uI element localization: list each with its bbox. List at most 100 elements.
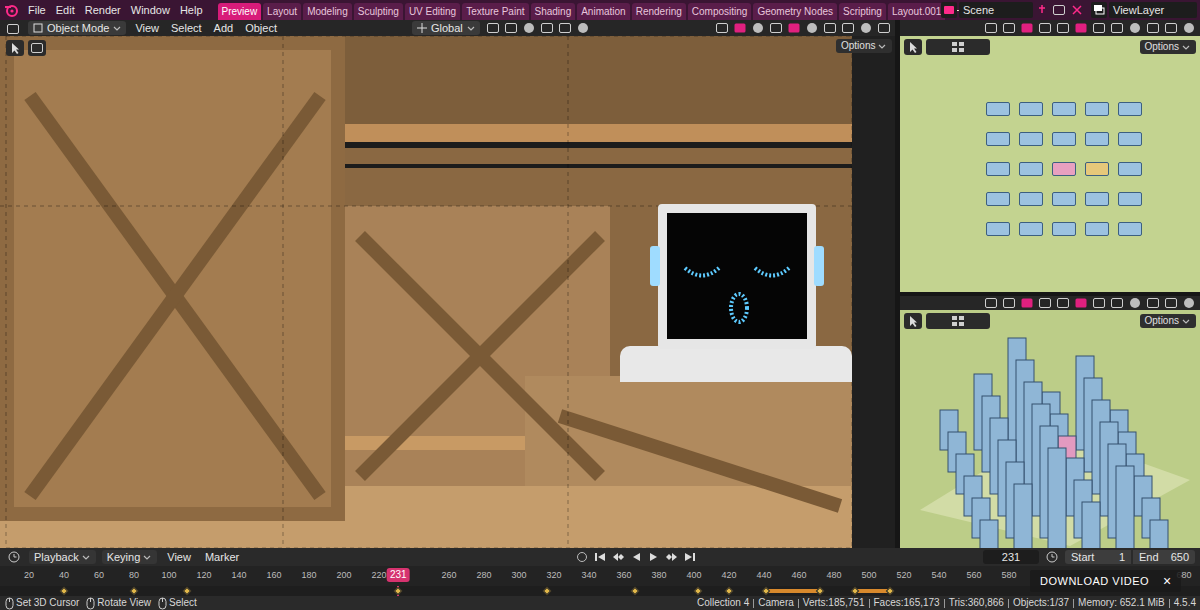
workspace-tab[interactable]: Layout <box>263 3 301 20</box>
keyframe[interactable] <box>630 587 638 595</box>
workspace-tab[interactable]: Preview <box>218 3 262 20</box>
timeline-dropdown[interactable]: Playback <box>29 550 96 564</box>
thumbnail-item[interactable] <box>1052 102 1076 116</box>
overlay-toggle-icon[interactable] <box>786 21 801 35</box>
blender-logo-icon[interactable] <box>3 2 21 18</box>
display-toggle-icon[interactable] <box>983 21 998 35</box>
start-value[interactable]: 1 <box>1119 550 1125 564</box>
keyframe[interactable] <box>543 587 551 595</box>
thumbnail-item[interactable] <box>1019 192 1043 206</box>
select-tool-icon[interactable] <box>6 40 24 56</box>
display-toggle-icon[interactable] <box>1109 21 1124 35</box>
next-keyframe-icon[interactable] <box>665 550 679 564</box>
thumbnail-item[interactable] <box>1118 222 1142 236</box>
thumbnail-item[interactable] <box>1118 192 1142 206</box>
play-icon[interactable] <box>647 550 661 564</box>
thumbnail-item[interactable] <box>986 102 1010 116</box>
keyframe[interactable] <box>182 587 190 595</box>
play-reverse-icon[interactable] <box>629 550 643 564</box>
view-layer-name[interactable]: ViewLayer <box>1113 2 1164 19</box>
end-value[interactable]: 650 <box>1171 550 1189 564</box>
display-toggle-icon[interactable] <box>1181 21 1196 35</box>
workspace-tab[interactable]: Sculpting <box>354 3 403 20</box>
select-tool-icon[interactable] <box>904 39 922 55</box>
menu-item[interactable]: Edit <box>51 0 80 20</box>
download-video-button[interactable]: DOWNLOAD VIDEO <box>1040 570 1149 592</box>
display-toggle-icon[interactable] <box>522 21 537 35</box>
thumbnail-item[interactable] <box>1085 102 1109 116</box>
thumbnail-item[interactable] <box>1052 162 1076 176</box>
display-toggle-icon[interactable] <box>858 21 873 35</box>
display-toggle-icon[interactable] <box>983 296 998 310</box>
editor-type-icon[interactable] <box>5 550 23 564</box>
display-toggle-icon[interactable] <box>1127 296 1142 310</box>
menu-item[interactable]: Window <box>126 0 175 20</box>
display-toggle-icon[interactable] <box>1001 296 1016 310</box>
perspective-view[interactable]: Options <box>900 310 1200 548</box>
display-toggle-icon[interactable] <box>1055 21 1070 35</box>
preview-range-icon[interactable] <box>1045 550 1059 564</box>
display-toggle-icon[interactable] <box>1091 21 1106 35</box>
jump-end-icon[interactable] <box>683 550 697 564</box>
orientation-dropdown[interactable]: Global <box>412 21 480 35</box>
thumbnail-item[interactable] <box>986 222 1010 236</box>
view-layer-icon[interactable] <box>1091 2 1107 18</box>
view-toggle-icon[interactable] <box>926 313 990 329</box>
record-icon[interactable] <box>575 550 589 564</box>
view-layer-field[interactable]: ViewLayer <box>1109 2 1197 18</box>
mode-label[interactable]: Object Mode <box>47 21 109 35</box>
scene-field[interactable]: Scene <box>959 2 1033 18</box>
thumbnail-item[interactable] <box>986 192 1010 206</box>
display-toggle-icon[interactable] <box>1163 21 1178 35</box>
timeline-menu-item[interactable]: Marker <box>201 548 243 566</box>
options-button[interactable]: Options <box>1140 40 1196 54</box>
display-toggle-icon[interactable] <box>1127 21 1142 35</box>
display-toggle-icon[interactable] <box>1163 296 1178 310</box>
timeline-dropdown[interactable]: Keying <box>102 550 158 564</box>
close-button[interactable]: × <box>1163 570 1171 592</box>
display-toggle-icon[interactable] <box>1037 21 1052 35</box>
thumbnail-item[interactable] <box>986 132 1010 146</box>
new-scene-icon[interactable] <box>1051 2 1067 18</box>
keyframe[interactable] <box>725 587 733 595</box>
thumbnail-item[interactable] <box>986 162 1010 176</box>
current-frame-value[interactable]: 231 <box>1002 550 1020 564</box>
overlay-toggle-icon[interactable] <box>1019 21 1034 35</box>
workspace-tab[interactable]: Rendering <box>632 3 686 20</box>
frame-ruler[interactable]: 2040608010012014016018020022026028030032… <box>0 566 1200 586</box>
display-toggle-icon[interactable] <box>558 21 573 35</box>
scene-name[interactable]: Scene <box>963 2 994 19</box>
overlay-toggle-icon[interactable] <box>1073 21 1088 35</box>
end-frame-field[interactable]: End650 <box>1133 550 1195 564</box>
thumbnail-item[interactable] <box>1052 192 1076 206</box>
thumbnail-item[interactable] <box>1052 132 1076 146</box>
thumbnail-item[interactable] <box>1118 162 1142 176</box>
options-label[interactable]: Options <box>841 39 875 53</box>
scene-icon[interactable] <box>941 2 957 18</box>
display-toggle-icon[interactable] <box>840 21 855 35</box>
workspace-tab[interactable]: Compositing <box>688 3 752 20</box>
timeline-menu-label[interactable]: Keying <box>107 550 141 564</box>
current-frame-field[interactable]: 231 <box>983 550 1039 564</box>
viewport-menu-item[interactable]: Add <box>211 20 237 36</box>
thumbnail-item[interactable] <box>1085 162 1109 176</box>
viewport-render[interactable]: Options <box>0 36 895 548</box>
delete-scene-icon[interactable] <box>1069 2 1085 18</box>
display-toggle-icon[interactable] <box>1109 296 1124 310</box>
prev-keyframe-icon[interactable] <box>611 550 625 564</box>
workspace-tab[interactable]: Scripting <box>839 3 886 20</box>
display-toggle-icon[interactable] <box>486 21 501 35</box>
editor-type-icon[interactable] <box>4 21 22 35</box>
viewport-menu-item[interactable]: Select <box>168 20 205 36</box>
options-button[interactable]: Options <box>836 39 892 53</box>
display-toggle-icon[interactable] <box>1091 296 1106 310</box>
display-toggle-icon[interactable] <box>1001 21 1016 35</box>
display-toggle-icon[interactable] <box>750 21 765 35</box>
workspace-tab[interactable]: Modeling <box>303 3 352 20</box>
display-toggle-icon[interactable] <box>504 21 519 35</box>
menu-item[interactable]: Help <box>175 0 208 20</box>
thumbnail-item[interactable] <box>1118 132 1142 146</box>
options-label[interactable]: Options <box>1145 314 1179 328</box>
overlay-toggle-icon[interactable] <box>1073 296 1088 310</box>
select-tool-icon[interactable] <box>904 313 922 329</box>
